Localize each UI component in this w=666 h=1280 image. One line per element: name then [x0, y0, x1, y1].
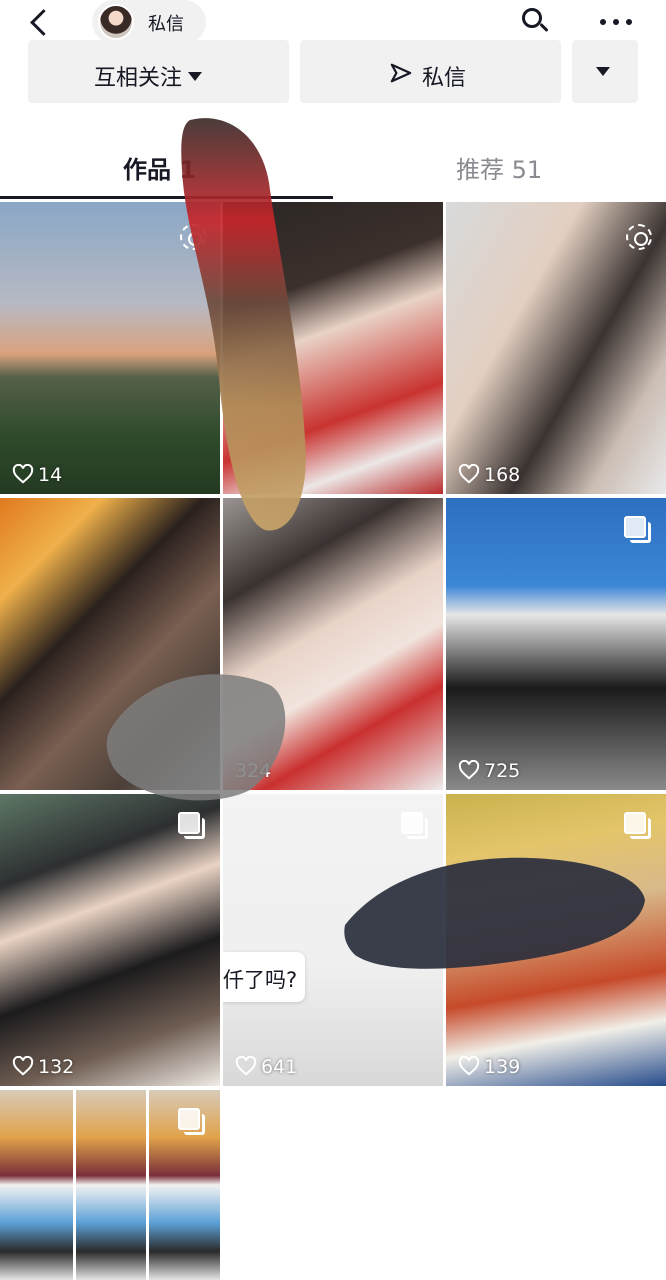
send-icon: [390, 63, 412, 83]
like-count: 139: [458, 1056, 520, 1078]
post-thumbnail-10[interactable]: [0, 1090, 220, 1280]
profile-tabs: 作品 1 推荐 51: [0, 130, 666, 200]
tab-recommend[interactable]: 推荐 51: [456, 150, 542, 185]
like-count: 725: [458, 760, 520, 782]
multi-image-icon: [401, 812, 428, 839]
multi-image-icon: [178, 812, 205, 839]
like-count: 641: [235, 1056, 297, 1078]
live-photo-icon: [626, 224, 652, 250]
caption-text: 仟了吗?: [223, 968, 298, 992]
post-thumbnail-9[interactable]: 139: [446, 794, 666, 1086]
avatar: [98, 4, 134, 40]
heart-icon: [12, 464, 34, 484]
heart-icon: [458, 464, 480, 484]
search-icon[interactable]: [518, 4, 552, 38]
more-icon[interactable]: [596, 6, 636, 36]
caret-down-icon: [188, 72, 203, 81]
dm-pill-button[interactable]: 私信: [92, 0, 206, 44]
follow-status-button[interactable]: 互相关注: [28, 40, 289, 103]
live-photo-icon: [180, 224, 206, 250]
back-icon[interactable]: [22, 4, 58, 40]
like-count: 14: [12, 464, 62, 486]
more-options-button[interactable]: [572, 40, 638, 103]
heart-icon: [12, 1056, 34, 1076]
post-thumbnail-4[interactable]: [0, 498, 220, 790]
dm-pill-label: 私信: [148, 14, 184, 35]
multi-image-icon: [624, 516, 651, 543]
like-count: 324: [235, 760, 272, 782]
heart-icon: [458, 1056, 480, 1076]
heart-icon: [458, 760, 480, 780]
post-thumbnail-7[interactable]: 132: [0, 794, 220, 1086]
heart-icon: [235, 1056, 257, 1076]
tab-works[interactable]: 作品 1: [123, 150, 196, 185]
post-thumbnail-2[interactable]: [223, 202, 443, 494]
message-button[interactable]: 私信: [300, 40, 561, 103]
caret-down-icon: [596, 67, 610, 76]
post-thumbnail-6[interactable]: 725: [446, 498, 666, 790]
post-thumbnail-1[interactable]: 14: [0, 202, 220, 494]
message-button-label: 私信: [422, 66, 467, 91]
multi-image-icon: [178, 1108, 205, 1135]
post-thumbnail-5[interactable]: 324: [223, 498, 443, 790]
like-count: 168: [458, 464, 520, 486]
post-thumbnail-3[interactable]: 168: [446, 202, 666, 494]
caption-bubble: 仟了吗?: [223, 952, 305, 1002]
follow-status-label: 互相关注: [94, 66, 183, 91]
post-thumbnail-8[interactable]: 仟了吗? 641: [223, 794, 443, 1086]
tab-indicator: [0, 196, 333, 199]
multi-image-icon: [624, 812, 651, 839]
like-count: 132: [12, 1056, 74, 1078]
